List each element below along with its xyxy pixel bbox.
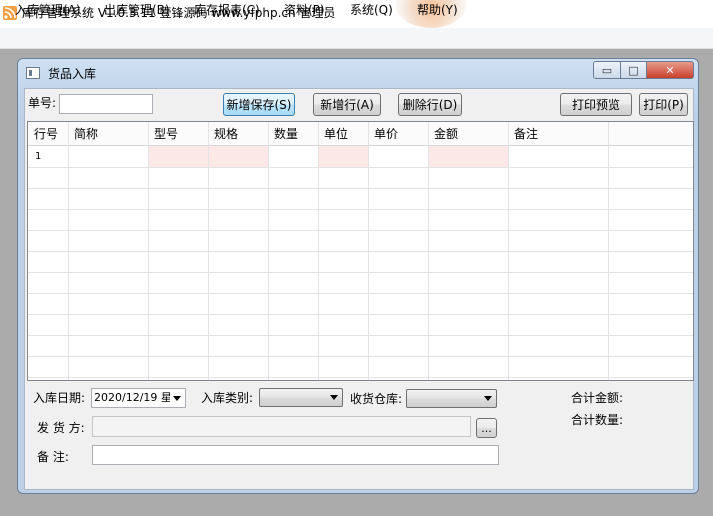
shipper-label: 发 货 方:: [37, 421, 85, 435]
column-header-amount[interactable]: 金额: [434, 126, 458, 142]
remark-input[interactable]: [92, 445, 499, 465]
remark-label: 备 注:: [37, 450, 69, 464]
date-label: 入库日期:: [33, 391, 86, 405]
column-header-unit[interactable]: 单位: [324, 126, 348, 142]
column-header-row-no[interactable]: 行号: [34, 126, 58, 142]
column-header-short-name[interactable]: 简称: [74, 126, 98, 142]
chevron-down-icon: [330, 395, 338, 400]
window-icon: [26, 67, 40, 79]
shipper-input[interactable]: [92, 416, 471, 437]
add-row-button[interactable]: 新增行(A): [313, 93, 381, 116]
menu-inbound[interactable]: 入库管理(A): [15, 2, 81, 18]
column-header-quantity[interactable]: 数量: [274, 126, 298, 142]
child-window-title: 货品入库: [48, 67, 97, 81]
date-dropdown-icon[interactable]: [173, 396, 181, 401]
row-number-cell[interactable]: 1: [35, 151, 41, 163]
warehouse-label: 收货仓库:: [350, 392, 403, 406]
print-button[interactable]: 打印(P): [639, 93, 688, 116]
menu-outbound[interactable]: 出库管理(B): [104, 2, 170, 18]
date-value: 2020/12/19 星期: [94, 391, 170, 404]
grid-lines: [28, 122, 693, 380]
column-header-remark[interactable]: 备注: [514, 126, 538, 142]
minimize-button[interactable]: ▭: [593, 61, 621, 79]
print-preview-button[interactable]: 打印预览: [560, 93, 632, 116]
order-no-label: 单号:: [28, 96, 57, 110]
total-quantity-label: 合计数量:: [571, 413, 624, 427]
menu-stock-report[interactable]: 库存报表(C): [194, 2, 260, 18]
order-no-input[interactable]: [59, 94, 153, 114]
column-header-spec[interactable]: 规格: [214, 126, 238, 142]
type-select[interactable]: [259, 388, 343, 407]
close-button[interactable]: ✕: [647, 61, 694, 79]
menu-system[interactable]: 系统(Q): [350, 2, 393, 18]
items-grid[interactable]: [27, 121, 694, 381]
chevron-down-icon: [484, 396, 492, 401]
menu-data[interactable]: 资料(P): [284, 2, 325, 18]
delete-row-button[interactable]: 删除行(D): [398, 93, 462, 116]
maximize-button[interactable]: □: [621, 61, 647, 79]
menu-bar: [0, 28, 713, 49]
total-amount-label: 合计金额:: [571, 391, 624, 405]
menu-help[interactable]: 帮助(Y): [417, 2, 458, 18]
type-label: 入库类别:: [201, 391, 254, 405]
add-save-button[interactable]: 新增保存(S): [223, 93, 295, 116]
column-header-model[interactable]: 型号: [154, 126, 178, 142]
column-header-unit-price[interactable]: 单价: [374, 126, 398, 142]
warehouse-select[interactable]: [406, 389, 497, 408]
browse-shipper-button[interactable]: ...: [476, 418, 497, 438]
